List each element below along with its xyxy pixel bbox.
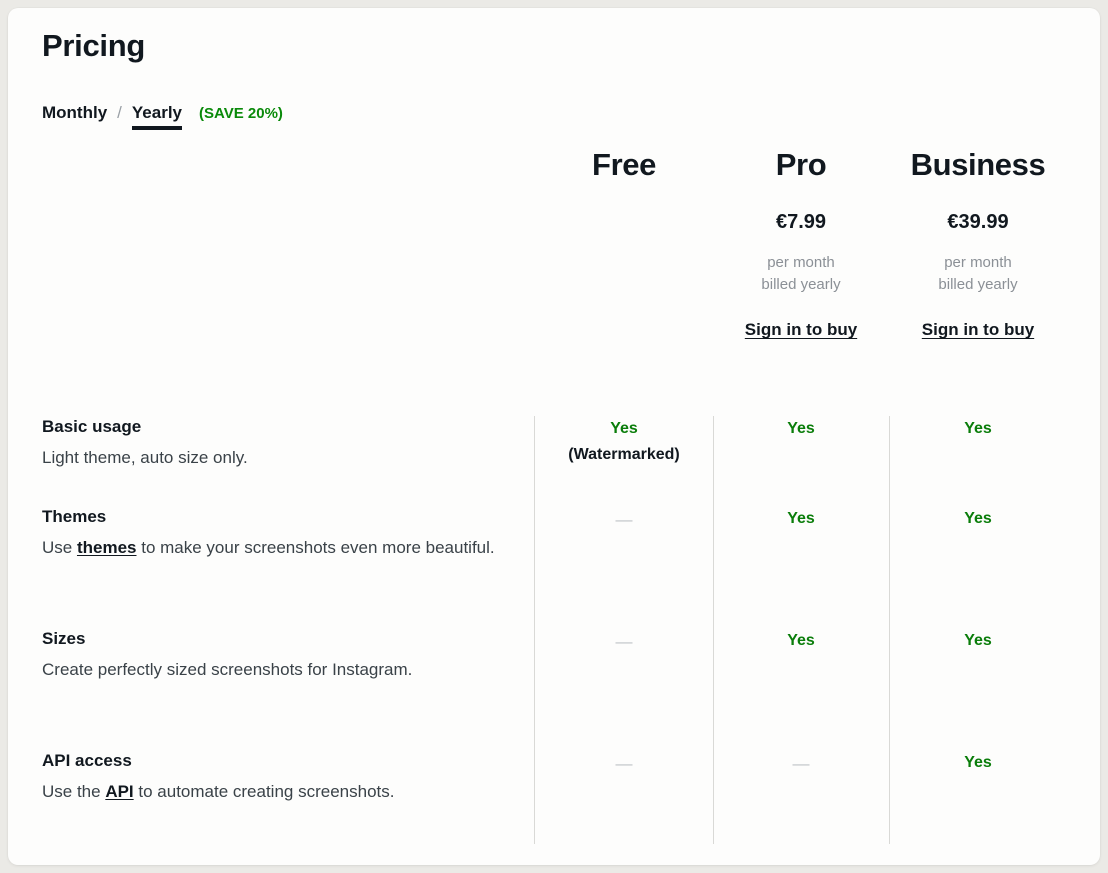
- feature-text-before: Create perfectly sized screenshots for I…: [42, 660, 412, 679]
- plan-period-line1-pro: per month: [713, 252, 889, 274]
- feature-description-sizes: Sizes Create perfectly sized screenshots…: [42, 628, 512, 683]
- feature-value-business: Yes: [964, 420, 992, 437]
- billing-period-toggle: Monthly / Yearly (SAVE 20%): [42, 103, 283, 130]
- plan-name-pro: Pro: [713, 148, 889, 182]
- feature-value-business: Yes: [964, 632, 992, 649]
- plan-period-pro: per month billed yearly: [713, 252, 889, 296]
- pricing-card: Pricing Monthly / Yearly (SAVE 20%) Free…: [8, 8, 1100, 865]
- feature-value-pro: Yes: [787, 420, 815, 437]
- billing-option-yearly[interactable]: Yearly: [132, 103, 182, 130]
- feature-text-after: to automate creating screenshots.: [134, 782, 395, 801]
- feature-subtitle: Use the API to automate creating screens…: [42, 779, 512, 805]
- feature-cell-business: Yes: [890, 628, 1066, 654]
- plan-name-business: Business: [890, 148, 1066, 182]
- feature-note-free: (Watermarked): [536, 442, 712, 468]
- feature-comparison-table: Basic usage Light theme, auto size only.…: [34, 408, 1082, 848]
- feature-cell-pro: Yes: [713, 628, 889, 654]
- feature-cell-free: —: [536, 506, 712, 534]
- plan-name-free: Free: [536, 148, 712, 182]
- feature-cell-free: —: [536, 750, 712, 778]
- feature-cell-pro: Yes: [713, 416, 889, 442]
- themes-link[interactable]: themes: [77, 538, 137, 557]
- plan-column-free: Free: [536, 148, 712, 252]
- feature-cell-pro: —: [713, 750, 889, 778]
- feature-value-free: Yes: [610, 420, 638, 437]
- feature-value-free: —: [616, 754, 633, 773]
- plan-period-line2-business: billed yearly: [890, 274, 1066, 296]
- feature-description-basic-usage: Basic usage Light theme, auto size only.: [42, 416, 512, 471]
- feature-text-before: Use the: [42, 782, 105, 801]
- feature-text-before: Light theme, auto size only.: [42, 448, 248, 467]
- feature-value-pro: Yes: [787, 510, 815, 527]
- feature-value-free: —: [616, 632, 633, 651]
- plan-period-line1-business: per month: [890, 252, 1066, 274]
- sign-in-to-buy-pro[interactable]: Sign in to buy: [745, 320, 857, 340]
- feature-value-business: Yes: [964, 510, 992, 527]
- feature-text-before: Use: [42, 538, 77, 557]
- plan-period-business: per month billed yearly: [890, 252, 1066, 296]
- feature-description-themes: Themes Use themes to make your screensho…: [42, 506, 512, 561]
- feature-subtitle: Create perfectly sized screenshots for I…: [42, 657, 512, 683]
- feature-value-pro: —: [793, 754, 810, 773]
- feature-cell-business: Yes: [890, 750, 1066, 776]
- plan-column-business: Business €39.99 per month billed yearly …: [890, 148, 1066, 340]
- feature-description-api-access: API access Use the API to automate creat…: [42, 750, 512, 805]
- billing-option-monthly[interactable]: Monthly: [42, 103, 107, 126]
- pricing-card-content: Pricing Monthly / Yearly (SAVE 20%) Free…: [34, 8, 1082, 865]
- feature-cell-free: —: [536, 628, 712, 656]
- billing-separator: /: [117, 103, 122, 123]
- feature-title: Sizes: [42, 628, 512, 651]
- sign-in-to-buy-business[interactable]: Sign in to buy: [922, 320, 1034, 340]
- feature-text-after: to make your screenshots even more beaut…: [137, 538, 495, 557]
- feature-cell-business: Yes: [890, 416, 1066, 442]
- feature-value-pro: Yes: [787, 632, 815, 649]
- page-title: Pricing: [42, 30, 145, 61]
- feature-cell-business: Yes: [890, 506, 1066, 532]
- plan-column-pro: Pro €7.99 per month billed yearly Sign i…: [713, 148, 889, 340]
- plan-price-pro: €7.99: [713, 211, 889, 235]
- feature-cell-free: Yes (Watermarked): [536, 416, 712, 467]
- feature-cell-pro: Yes: [713, 506, 889, 532]
- billing-save-badge: (SAVE 20%): [199, 105, 283, 122]
- feature-title: Basic usage: [42, 416, 512, 439]
- api-link[interactable]: API: [105, 782, 133, 801]
- plan-price-free: [536, 211, 712, 235]
- column-divider-free: [534, 416, 535, 844]
- plan-header-row: Free Pro €7.99 per month billed yearly S…: [34, 148, 1082, 378]
- plan-period-line2-pro: billed yearly: [713, 274, 889, 296]
- feature-subtitle: Light theme, auto size only.: [42, 445, 512, 471]
- feature-title: API access: [42, 750, 512, 773]
- feature-subtitle: Use themes to make your screenshots even…: [42, 535, 512, 561]
- plan-price-business: €39.99: [890, 211, 1066, 235]
- feature-title: Themes: [42, 506, 512, 529]
- feature-value-free: —: [616, 510, 633, 529]
- feature-value-business: Yes: [964, 754, 992, 771]
